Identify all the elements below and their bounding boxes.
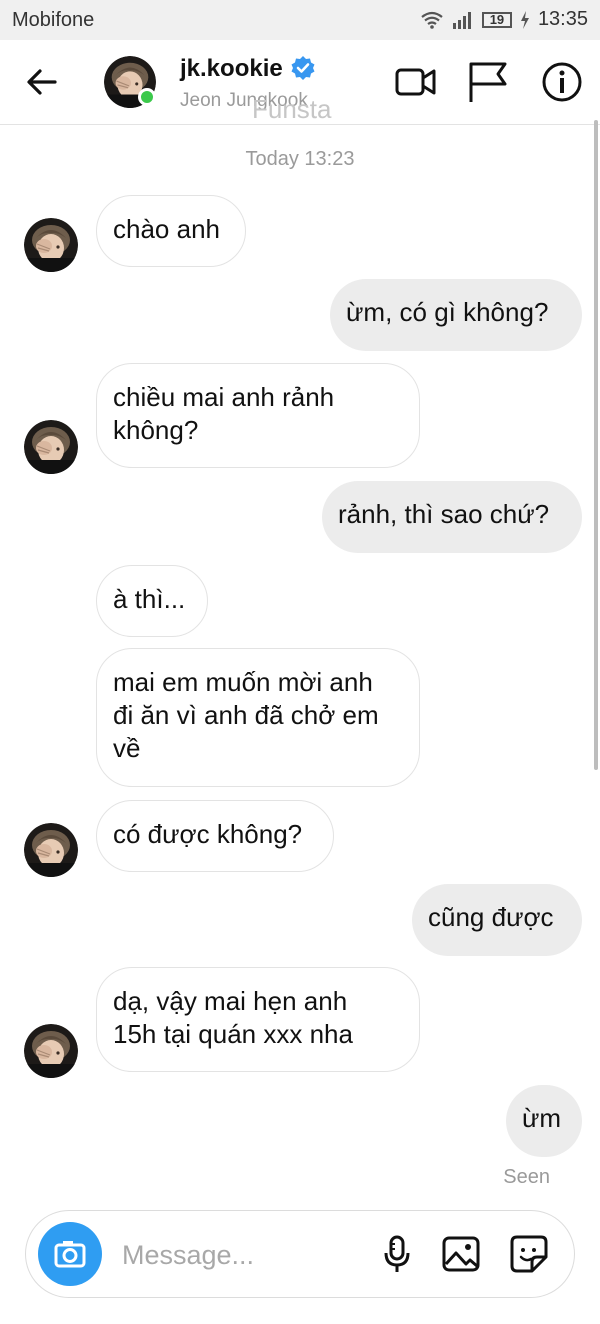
incoming-message[interactable]: mai em muốn mời anh đi ăn vì anh đã chở … — [96, 648, 420, 787]
charging-icon — [520, 10, 529, 29]
incoming-message[interactable]: à thì... — [96, 565, 208, 637]
incoming-message[interactable]: chiều mai anh rảnh không? — [96, 363, 420, 468]
sender-avatar[interactable] — [24, 218, 78, 272]
outgoing-message[interactable]: rảnh, thì sao chứ? — [322, 481, 582, 553]
sticker-icon[interactable] — [508, 1233, 550, 1275]
info-icon[interactable] — [540, 60, 584, 104]
incoming-message[interactable]: dạ, vậy mai hẹn anh 15h tại quán xxx nha — [96, 967, 420, 1072]
message-text: ừm, có gì không? — [346, 297, 549, 327]
message-input[interactable] — [120, 1229, 374, 1281]
message-text: mai em muốn mời anh đi ăn vì anh đã chở … — [113, 667, 379, 763]
outgoing-message[interactable]: ừm — [506, 1085, 582, 1157]
scrollbar[interactable] — [594, 120, 598, 770]
header-username[interactable]: jk.kookie — [180, 55, 283, 83]
battery-level: 19 — [489, 12, 505, 27]
flag-icon[interactable] — [466, 60, 510, 104]
wifi-icon — [421, 11, 443, 29]
message-text: dạ, vậy mai hẹn anh 15h tại quán xxx nha — [113, 986, 353, 1049]
status-bar: Mobifone 19 13:35 — [0, 0, 600, 40]
seen-receipt: Seen — [503, 1166, 550, 1188]
sender-avatar[interactable] — [24, 823, 78, 877]
back-arrow-icon[interactable] — [22, 62, 62, 102]
message-thread[interactable]: Today 13:23 chào anh ừm, có gì không? ch… — [0, 124, 600, 1204]
message-text: có được không? — [113, 819, 303, 849]
signal-icon — [452, 11, 471, 29]
watermark: Funsta — [252, 94, 332, 124]
camera-icon — [54, 1241, 86, 1268]
clock: 13:35 — [537, 8, 588, 30]
message-composer — [25, 1210, 575, 1298]
sender-avatar[interactable] — [24, 1024, 78, 1078]
microphone-icon[interactable] — [376, 1233, 418, 1275]
status-indicators: 19 13:35 — [420, 8, 588, 31]
gallery-icon[interactable] — [440, 1233, 482, 1275]
verified-badge-icon — [291, 56, 315, 80]
incoming-message[interactable]: chào anh — [96, 195, 246, 267]
message-text: chiều mai anh rảnh không? — [113, 382, 335, 445]
camera-button[interactable] — [38, 1222, 102, 1286]
sender-avatar[interactable] — [24, 420, 78, 474]
message-text: ừm — [522, 1103, 562, 1133]
message-text: chào anh — [113, 214, 220, 244]
incoming-message[interactable]: có được không? — [96, 800, 334, 872]
message-text: à thì... — [113, 584, 186, 614]
carrier-name: Mobifone — [12, 9, 95, 31]
chat-header: jk.kookie Jeon Jungkook Funsta — [0, 40, 600, 125]
online-status-indicator — [138, 88, 156, 106]
thread-timestamp: Today 13:23 — [245, 148, 355, 170]
outgoing-message[interactable]: cũng được — [412, 884, 582, 956]
outgoing-message[interactable]: ừm, có gì không? — [330, 279, 582, 351]
message-text: rảnh, thì sao chứ? — [338, 499, 550, 529]
video-call-icon[interactable] — [394, 60, 438, 104]
message-text: cũng được — [428, 902, 554, 932]
battery-icon: 19 — [481, 11, 512, 28]
